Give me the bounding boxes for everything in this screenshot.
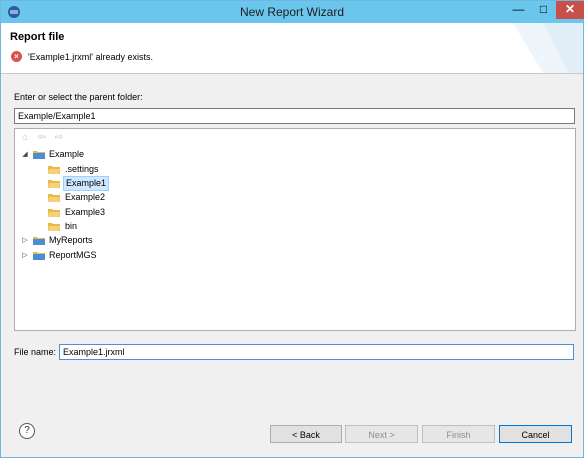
tree-item-label: MyReports	[49, 235, 93, 245]
next-button[interactable]: Next >	[345, 425, 418, 443]
collapse-twisty-icon[interactable]: ▷	[21, 249, 29, 262]
folder-icon	[48, 166, 60, 174]
folder-tree[interactable]: ⌂ ⇦ ⇨ ◢ Example .settings Example1 Examp…	[14, 128, 576, 331]
project-folder-icon	[33, 237, 45, 245]
tree-item-label: ReportMGS	[49, 250, 97, 260]
back-arrow-icon[interactable]: ⇦	[36, 132, 48, 144]
tree-item-label: Example	[49, 149, 85, 159]
page-title: Report file	[10, 31, 65, 43]
home-icon[interactable]: ⌂	[19, 132, 31, 144]
cancel-button[interactable]: Cancel	[499, 425, 572, 443]
tree-item-label: Example2	[65, 192, 106, 202]
parent-folder-input[interactable]: Example/Example1	[14, 108, 575, 124]
tree-item-label-selected: Example1	[63, 176, 110, 191]
parent-folder-label: Enter or select the parent folder:	[14, 92, 143, 102]
project-folder-icon	[33, 252, 45, 260]
project-folder-icon	[33, 151, 45, 159]
wizard-window: New Report Wizard — □ ✕ Report file × 'E…	[0, 0, 584, 458]
tree-item-label: .settings	[65, 164, 99, 174]
minimize-button[interactable]: —	[506, 1, 531, 19]
file-name-input[interactable]: Example1.jrxml	[59, 344, 574, 360]
error-message: 'Example1.jrxml' already exists.	[28, 52, 153, 62]
help-icon[interactable]: ?	[19, 423, 35, 439]
back-button[interactable]: < Back	[270, 425, 342, 443]
finish-button[interactable]: Finish	[422, 425, 495, 443]
title-bar[interactable]: New Report Wizard — □ ✕	[1, 1, 584, 23]
collapse-twisty-icon[interactable]: ▷	[21, 234, 29, 247]
folder-icon	[48, 180, 60, 188]
error-icon: ×	[11, 51, 22, 62]
wizard-header: Report file × 'Example1.jrxml' already e…	[1, 23, 583, 74]
folder-icon	[48, 194, 60, 202]
file-name-label: File name:	[14, 347, 57, 357]
forward-arrow-icon[interactable]: ⇨	[53, 132, 65, 144]
window-title: New Report Wizard	[239, 5, 345, 19]
tree-item-label: bin	[65, 221, 78, 231]
close-button[interactable]: ✕	[556, 1, 584, 19]
maximize-button[interactable]: □	[531, 1, 556, 19]
folder-icon	[48, 209, 60, 217]
expand-twisty-icon[interactable]: ◢	[21, 148, 29, 161]
tree-item-label: Example3	[65, 207, 106, 217]
header-banner-graphic	[513, 23, 583, 73]
folder-icon	[48, 223, 60, 231]
